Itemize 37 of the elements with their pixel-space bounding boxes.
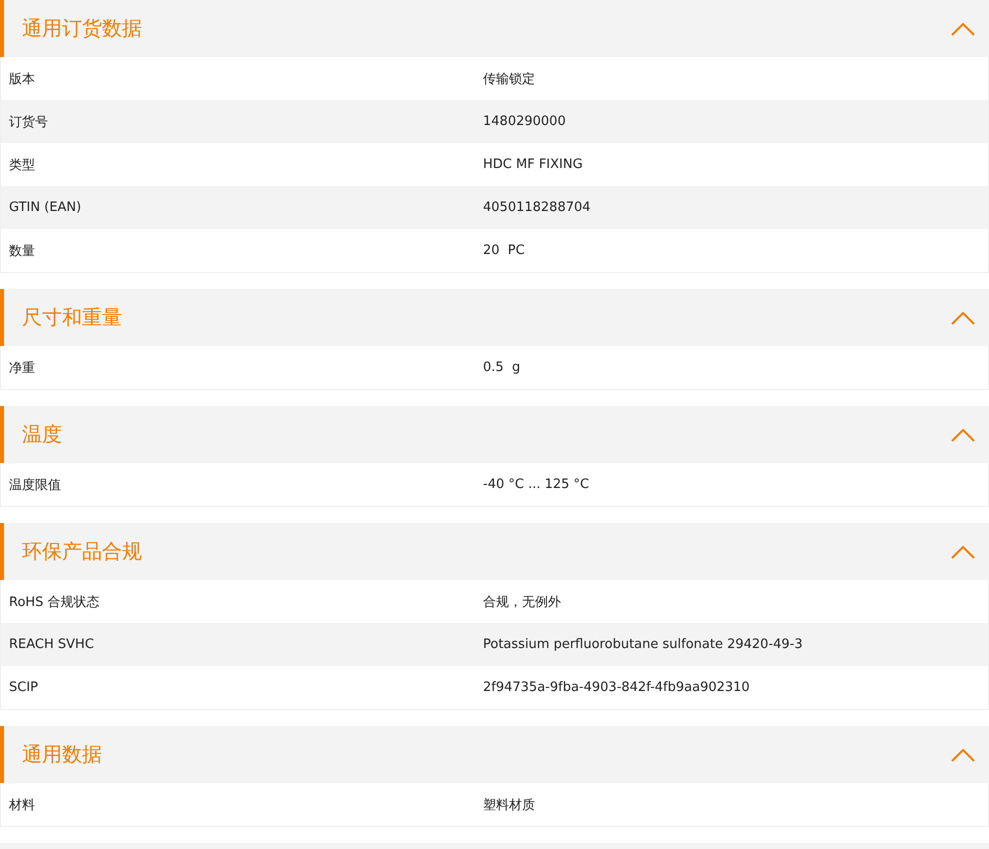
chevron-up-icon [951, 22, 975, 36]
row-value: 0.5 g [483, 360, 522, 375]
row-label: 数量 [9, 242, 36, 260]
section-header[interactable]: 环保产品合规 [0, 523, 989, 580]
row-value: 2f94735a-9fba-4903-842f-4fb9aa902310 [483, 680, 751, 695]
chevron-up-icon [951, 748, 975, 762]
section-title: 通用数据 [22, 741, 102, 768]
row-label: 净重 [9, 360, 36, 376]
row-label: REACH SVHC [9, 637, 95, 652]
section-header[interactable]: 通用订货数据 [0, 0, 989, 57]
section-header[interactable]: 尺寸和重量 [0, 289, 989, 346]
row-label: 订货号 [9, 114, 49, 130]
section-header[interactable]: 温度 [0, 406, 989, 463]
section-title: 尺寸和重量 [22, 304, 122, 331]
row-value: 1480290000 [483, 114, 567, 129]
row-label: 材料 [9, 796, 36, 814]
row-value: 4050118288704 [483, 200, 592, 215]
row-label: 温度限值 [9, 476, 62, 494]
row-value: 传输锁定 [483, 70, 536, 88]
row-label: 版本 [9, 70, 36, 88]
section-header[interactable]: 通用数据 [0, 726, 989, 783]
row-value: HDC MF FIXING [483, 157, 584, 172]
chevron-up-icon [951, 428, 975, 442]
row-label: 类型 [9, 156, 36, 174]
section-title: 环保产品合规 [22, 538, 142, 565]
row-value: 塑料材质 [483, 796, 536, 814]
section-title: 温度 [22, 421, 62, 448]
chevron-up-icon [951, 310, 975, 324]
row-label: RoHS 合规状态 [9, 594, 101, 610]
row-value: Potassium perfluorobutane sulfonate 29420-49-3 [483, 637, 804, 652]
chevron-up-icon [951, 544, 975, 558]
row-value: 20 PC [483, 243, 526, 258]
row-label: GTIN (EAN) [9, 200, 82, 215]
row-value: -40 °C ... 125 °C [483, 477, 590, 492]
section-title: 通用订货数据 [22, 15, 142, 42]
row-value: 合规，无例外 [483, 594, 562, 610]
row-label: SCIP [9, 680, 40, 695]
